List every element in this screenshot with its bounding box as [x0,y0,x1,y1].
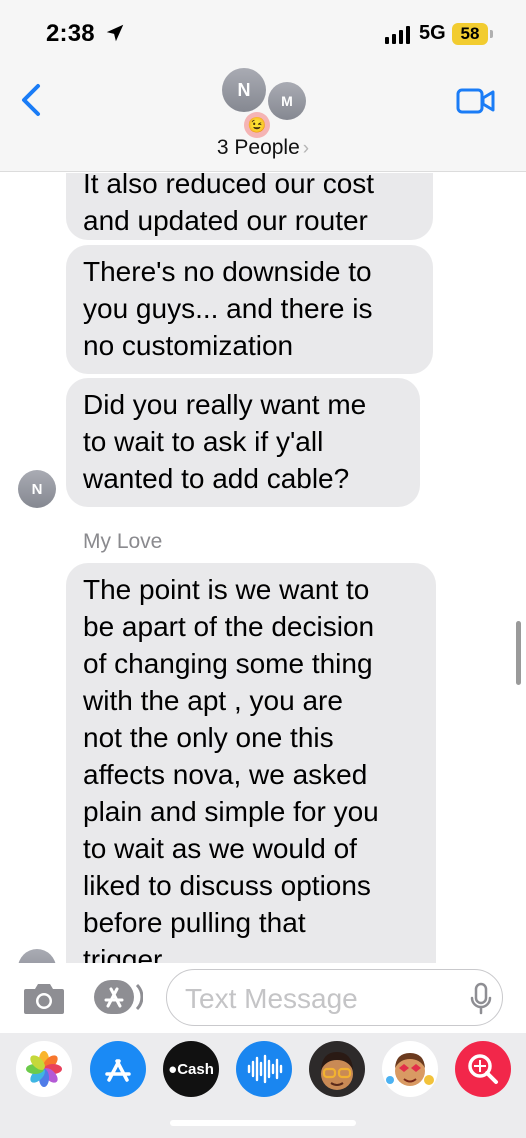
message-line: trigger [83,944,163,963]
video-camera-icon[interactable] [456,86,496,116]
message-input-placeholder: Text Message [185,983,358,1014]
message-line: be apart of the decision [83,611,375,642]
message-line: affects nova, we asked [83,759,368,790]
message-line: and updated our router [83,205,368,236]
status-time: 2:38 [46,20,95,47]
photos-app-icon[interactable] [16,1041,72,1097]
message-line: to wait as we would of [83,833,357,864]
message-input[interactable]: Text Message [166,969,503,1026]
message-line: before pulling that [83,907,306,938]
sender-avatar[interactable] [18,949,56,963]
message-line: Did you really want me [83,389,367,420]
location-arrow-icon [106,24,124,42]
message-bubble[interactable]: There's no downside to you guys... and t… [66,245,433,374]
message-line: you guys... and there is [83,293,373,324]
home-indicator[interactable] [170,1120,356,1126]
camera-icon[interactable] [22,980,66,1016]
apple-logo-icon: ● [168,1060,178,1078]
cash-label: Cash [177,1060,214,1078]
message-line: with the apt , you are [83,685,343,716]
microphone-icon[interactable] [469,982,493,1016]
message-line: wanted to add cable? [83,463,350,494]
network-type: 5G [419,22,446,44]
chevron-right-icon: › [302,138,310,159]
avatar-m[interactable]: M [268,82,306,120]
audio-message-app-icon[interactable] [236,1041,292,1097]
message-line: The point is we want to [83,574,370,605]
app-store-app-icon[interactable] [90,1041,146,1097]
message-thread[interactable]: It also reduced our cost and updated our… [0,173,526,963]
status-bar: 2:38 5G 58 [0,0,526,66]
app-store-icon[interactable] [93,979,143,1015]
message-line: It also reduced our cost [83,173,375,199]
message-line: not the only one this [83,722,334,753]
memoji-app-icon[interactable] [309,1041,365,1097]
avatar-emoji[interactable]: 😉 [244,112,270,138]
message-bubble[interactable]: It also reduced our cost and updated our… [66,173,433,240]
message-line: plain and simple for you [83,796,379,827]
image-search-app-icon[interactable] [455,1041,511,1097]
message-line: to wait to ask if y'all [83,426,324,457]
sender-avatar[interactable]: N [18,470,56,508]
battery-indicator: 58 [452,23,488,45]
message-bubble[interactable]: Did you really want me to wait to ask if… [66,378,420,507]
sender-name: My Love [83,530,163,553]
avatar-n[interactable]: N [222,68,266,112]
message-line: liked to discuss options [83,870,371,901]
battery-nub [490,30,493,38]
message-line: of changing some thing [83,648,373,679]
conversation-header: N M 😉 3 People › [0,66,526,172]
message-line: There's no downside to [83,256,372,287]
group-title[interactable]: 3 People › [0,136,526,160]
apple-cash-app-icon[interactable]: ● Cash [163,1041,219,1097]
group-title-label: 3 People [216,136,300,159]
cellular-signal-icon [385,26,410,44]
memoji-stickers-app-icon[interactable] [382,1041,438,1097]
message-bubble[interactable]: The point is we want to be apart of the … [66,563,436,963]
input-bar: Text Message [0,963,526,1033]
message-line: no customization [83,330,294,361]
chevron-left-icon[interactable] [14,80,50,120]
scrollbar[interactable] [516,621,521,685]
